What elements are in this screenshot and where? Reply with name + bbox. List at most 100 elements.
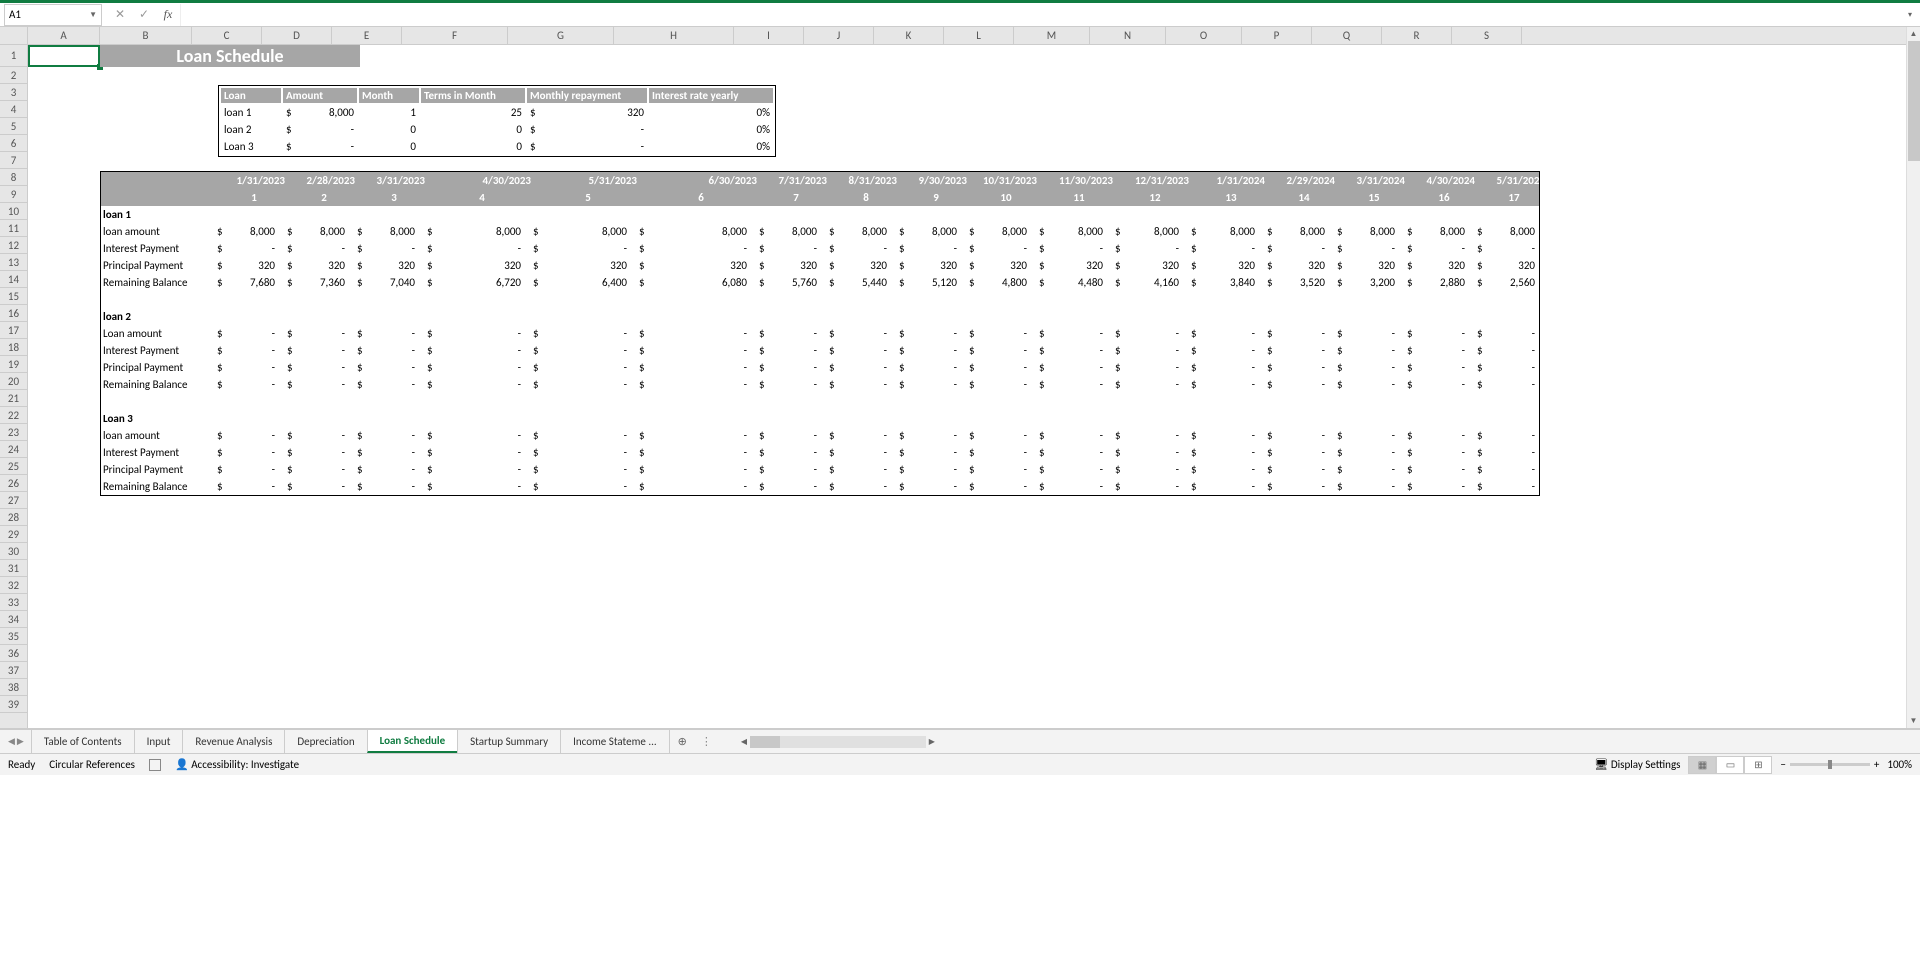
schedule-cell[interactable]: $- xyxy=(961,342,1031,359)
schedule-cell[interactable]: $- xyxy=(1107,444,1183,461)
schedule-cell[interactable]: $3,520 xyxy=(1259,274,1329,291)
row-header[interactable]: 4 xyxy=(0,101,27,118)
row-header[interactable]: 10 xyxy=(0,203,27,220)
schedule-cell[interactable]: $- xyxy=(631,359,751,376)
column-header[interactable]: N xyxy=(1090,27,1166,44)
zoom-slider-knob[interactable] xyxy=(1828,760,1832,769)
schedule-cell[interactable]: $- xyxy=(1259,461,1329,478)
schedule-cell[interactable]: $8,000 xyxy=(525,223,631,240)
column-header[interactable]: J xyxy=(804,27,874,44)
horizontal-scrollbar[interactable]: ◀ ▶ xyxy=(738,736,938,748)
schedule-cell[interactable]: $5,760 xyxy=(751,274,821,291)
row-header[interactable]: 20 xyxy=(0,373,27,390)
column-header[interactable]: D xyxy=(262,27,332,44)
row-header[interactable]: 26 xyxy=(0,475,27,492)
schedule-cell[interactable]: $- xyxy=(209,427,279,444)
row-header[interactable]: 3 xyxy=(0,84,27,101)
schedule-cell[interactable]: $- xyxy=(1399,478,1469,495)
schedule-cell[interactable]: $- xyxy=(1183,325,1259,342)
hscroll-left-icon[interactable]: ◀ xyxy=(738,737,750,747)
schedule-cell[interactable]: $- xyxy=(821,478,891,495)
sheet-tab[interactable]: Loan Schedule xyxy=(367,730,459,753)
tab-nav-buttons[interactable]: ◀ ▶ xyxy=(0,736,32,747)
schedule-cell[interactable]: $- xyxy=(1259,427,1329,444)
column-header[interactable]: Q xyxy=(1312,27,1382,44)
schedule-cell[interactable]: $- xyxy=(279,359,349,376)
column-header[interactable]: F xyxy=(402,27,508,44)
schedule-cell[interactable]: $- xyxy=(1183,376,1259,393)
column-header[interactable]: H xyxy=(614,27,734,44)
schedule-cell[interactable]: $- xyxy=(1031,376,1107,393)
sheet-tab[interactable]: Input xyxy=(134,730,184,753)
schedule-cell[interactable]: $- xyxy=(1107,325,1183,342)
schedule-cell[interactable]: $- xyxy=(279,376,349,393)
schedule-cell[interactable]: $- xyxy=(1031,240,1107,257)
schedule-cell[interactable]: $- xyxy=(961,376,1031,393)
schedule-cell[interactable]: $- xyxy=(209,342,279,359)
schedule-cell[interactable]: $- xyxy=(631,240,751,257)
column-header[interactable]: S xyxy=(1452,27,1522,44)
schedule-cell[interactable]: $- xyxy=(419,342,525,359)
column-header[interactable]: K xyxy=(874,27,944,44)
chevron-down-icon[interactable]: ▼ xyxy=(89,10,97,20)
schedule-cell[interactable]: $- xyxy=(525,342,631,359)
schedule-cell[interactable]: $- xyxy=(1259,240,1329,257)
cells-area[interactable]: Loan Schedule LoanAmountMonthTerms in Mo… xyxy=(28,45,1906,728)
row-header[interactable]: 36 xyxy=(0,645,27,662)
row-header[interactable]: 19 xyxy=(0,356,27,373)
schedule-cell[interactable]: $- xyxy=(751,240,821,257)
schedule-cell[interactable]: $- xyxy=(821,444,891,461)
schedule-cell[interactable]: $- xyxy=(1399,342,1469,359)
schedule-cell[interactable]: $320 xyxy=(1329,257,1399,274)
schedule-cell[interactable]: $- xyxy=(1469,478,1539,495)
schedule-cell[interactable]: $- xyxy=(1329,427,1399,444)
schedule-cell[interactable]: $- xyxy=(525,427,631,444)
schedule-cell[interactable]: $8,000 xyxy=(1329,223,1399,240)
sheet-tab[interactable]: Income Stateme ... xyxy=(560,730,670,753)
schedule-cell[interactable]: $- xyxy=(821,325,891,342)
schedule-cell[interactable]: $320 xyxy=(209,257,279,274)
schedule-cell[interactable]: $- xyxy=(1031,325,1107,342)
schedule-cell[interactable]: $8,000 xyxy=(279,223,349,240)
schedule-cell[interactable]: $320 xyxy=(1469,257,1539,274)
schedule-cell[interactable]: $- xyxy=(631,478,751,495)
schedule-cell[interactable]: $- xyxy=(891,325,961,342)
schedule-cell[interactable]: $- xyxy=(891,461,961,478)
schedule-cell[interactable]: $- xyxy=(209,359,279,376)
schedule-cell[interactable]: $- xyxy=(525,240,631,257)
schedule-cell[interactable]: $- xyxy=(349,376,419,393)
schedule-cell[interactable]: $- xyxy=(631,444,751,461)
schedule-cell[interactable]: $320 xyxy=(1107,257,1183,274)
schedule-cell[interactable]: $- xyxy=(961,461,1031,478)
schedule-cell[interactable]: $320 xyxy=(1183,257,1259,274)
schedule-cell[interactable]: $- xyxy=(279,444,349,461)
schedule-cell[interactable]: $- xyxy=(751,427,821,444)
column-header[interactable]: L xyxy=(944,27,1014,44)
zoom-in-button[interactable]: + xyxy=(1874,758,1879,771)
schedule-cell[interactable]: $- xyxy=(1399,444,1469,461)
row-header[interactable]: 37 xyxy=(0,662,27,679)
schedule-cell[interactable]: $6,080 xyxy=(631,274,751,291)
schedule-cell[interactable]: $8,000 xyxy=(1259,223,1329,240)
schedule-cell[interactable]: $- xyxy=(279,461,349,478)
schedule-cell[interactable]: $- xyxy=(525,325,631,342)
schedule-cell[interactable]: $- xyxy=(891,240,961,257)
schedule-cell[interactable]: $320 xyxy=(751,257,821,274)
schedule-cell[interactable]: $- xyxy=(349,461,419,478)
schedule-cell[interactable]: $- xyxy=(821,342,891,359)
schedule-cell[interactable]: $- xyxy=(525,461,631,478)
column-header[interactable]: A xyxy=(28,27,100,44)
schedule-cell[interactable]: $- xyxy=(1399,325,1469,342)
row-header[interactable]: 18 xyxy=(0,339,27,356)
schedule-cell[interactable]: $- xyxy=(349,342,419,359)
column-header[interactable]: B xyxy=(100,27,192,44)
schedule-cell[interactable]: $2,880 xyxy=(1399,274,1469,291)
schedule-cell[interactable]: $- xyxy=(1259,325,1329,342)
schedule-cell[interactable]: $- xyxy=(279,427,349,444)
scroll-up-icon[interactable]: ▲ xyxy=(1907,27,1920,41)
schedule-cell[interactable]: $7,040 xyxy=(349,274,419,291)
schedule-cell[interactable]: $- xyxy=(1031,478,1107,495)
row-header[interactable]: 17 xyxy=(0,322,27,339)
schedule-cell[interactable]: $- xyxy=(1031,427,1107,444)
schedule-cell[interactable]: $- xyxy=(961,240,1031,257)
